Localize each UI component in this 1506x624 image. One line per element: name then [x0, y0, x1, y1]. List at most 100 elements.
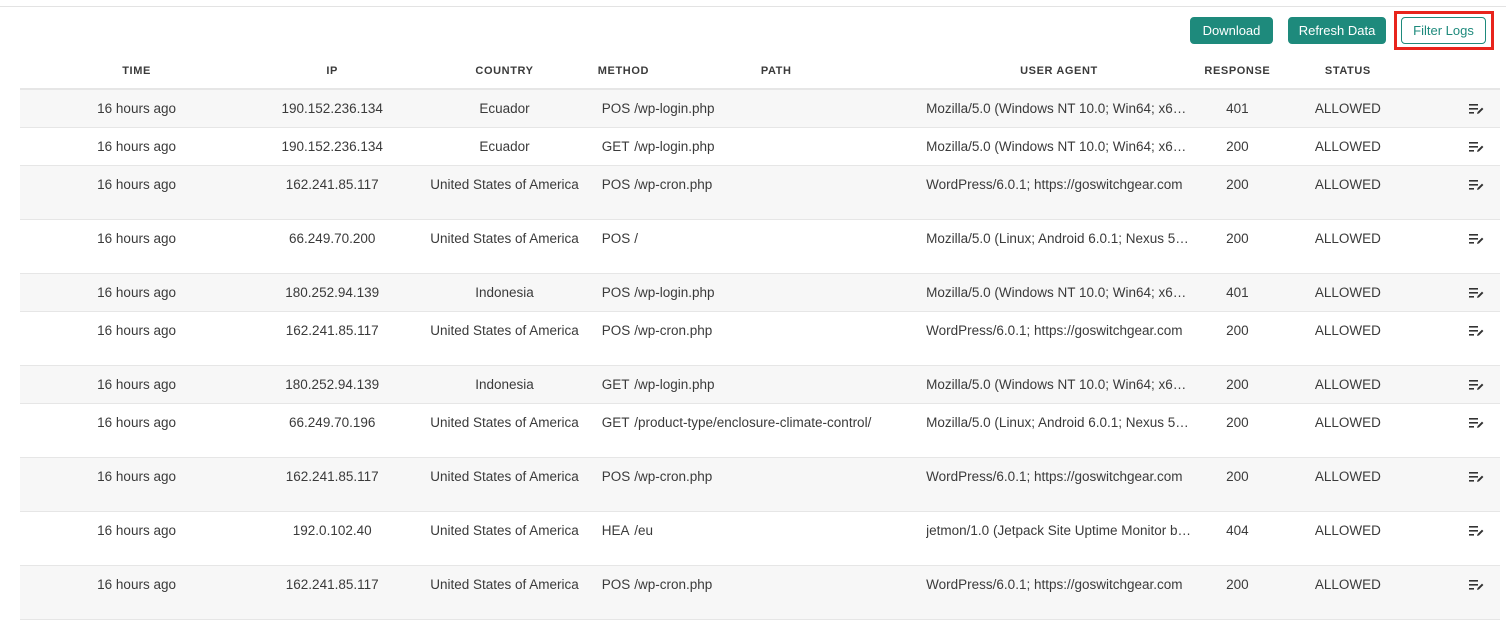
country-cell: United States of America [411, 457, 598, 512]
row-actions-cell [1416, 457, 1500, 512]
user-agent-text: WordPress/6.0.1; https://goswitchgear.co… [926, 322, 1183, 338]
response-cell: 401 [1195, 89, 1279, 128]
row-actions-cell [1416, 219, 1500, 274]
user-agent-text: Mozilla/5.0 (Windows NT 10.0; Win64; x64… [926, 376, 1192, 392]
edit-list-icon[interactable] [1468, 233, 1484, 245]
time-cell: 16 hours ago [20, 511, 254, 566]
response-cell: 200 [1195, 565, 1279, 620]
table-row[interactable]: 16 hours ago 162.241.85.117 United States … [20, 311, 1500, 366]
user-agent-text: Mozilla/5.0 (Windows NT 10.0; Win64; x64… [926, 101, 1192, 116]
method-cell: GET [597, 127, 631, 166]
ip-cell: 192.0.102.40 [253, 511, 412, 566]
edit-list-icon[interactable] [1468, 179, 1484, 191]
status-cell: ALLOWED [1278, 565, 1417, 620]
user-agent-text: WordPress/6.0.1; https://goswitchgear.co… [926, 176, 1183, 192]
refresh-data-button[interactable]: Refresh Data [1288, 17, 1386, 44]
table-row[interactable]: 16 hours ago 190.152.236.134 Ecuador GET/wp… [20, 127, 1500, 166]
table-row[interactable]: 16 hours ago 66.249.70.200 United States o… [20, 219, 1500, 274]
table-row[interactable]: 16 hours ago 66.249.70.196 United States o… [20, 403, 1500, 458]
status-cell: ALLOWED [1278, 457, 1417, 512]
row-actions-cell [1416, 127, 1500, 166]
country-cell: United States of America [411, 511, 598, 566]
country-cell: Ecuador [411, 89, 598, 128]
edit-list-icon[interactable] [1468, 471, 1484, 483]
toolbar: Download Refresh Data Filter Logs [0, 17, 1506, 45]
column-header-country[interactable]: COUNTRY [411, 54, 598, 90]
filter-logs-highlight [1394, 11, 1494, 50]
column-header-status[interactable]: STATUS [1278, 54, 1417, 90]
edit-list-icon[interactable] [1468, 525, 1484, 537]
table-row[interactable]: 16 hours ago190.152.236.134EcuadorPOST/w… [20, 89, 1500, 128]
column-header-time[interactable]: TIME [20, 54, 254, 90]
method-cell: POST [597, 457, 631, 512]
user-agent-cell: Mozilla/5.0 (Windows NT 10.0; Win64; x64… [922, 127, 1196, 166]
response-cell: 404 [1195, 511, 1279, 566]
user-agent-cell: WordPress/6.0.1; https://goswitchgear.co… [922, 165, 1196, 220]
path-cell: /wp-cron.php [630, 565, 923, 620]
response-cell: 200 [1195, 219, 1279, 274]
response-cell: 401 [1195, 273, 1279, 312]
method-cell: HEAD [597, 511, 631, 566]
response-cell: 200 [1195, 127, 1279, 166]
column-header-user-agent[interactable]: USER AGENT [922, 54, 1196, 90]
path-cell: /wp-login.php [630, 273, 923, 312]
table-row[interactable]: 16 hours ago 162.241.85.117 United States … [20, 565, 1500, 620]
method-cell: POST [597, 273, 631, 312]
time-cell: 16 hours ago [20, 457, 254, 512]
time-cell: 16 hours ago [20, 403, 254, 458]
ip-cell: 162.241.85.117 [253, 457, 412, 512]
path-cell: /product-type/enclosure-climate-control/ [630, 403, 923, 458]
table-row[interactable]: 16 hours ago 162.241.85.117 United States … [20, 165, 1500, 220]
column-header-ip[interactable]: IP [253, 54, 412, 90]
country-cell: United States of America [411, 403, 598, 458]
status-cell: ALLOWED [1278, 273, 1417, 312]
column-header-path[interactable]: PATH [630, 54, 923, 90]
column-header-response[interactable]: RESPONSE [1195, 54, 1279, 90]
row-actions-cell [1416, 365, 1500, 404]
user-agent-text: Mozilla/5.0 (Windows NT 10.0; Win64; x64… [926, 284, 1192, 300]
edit-list-icon[interactable] [1468, 579, 1484, 591]
path-cell: / [630, 219, 923, 274]
user-agent-text: jetmon/1.0 (Jetpack Site Uptime Monitor … [926, 522, 1192, 538]
table-row[interactable]: 16 hours ago 180.252.94.139 Indonesia GET/w… [20, 365, 1500, 404]
response-cell: 200 [1195, 311, 1279, 366]
user-agent-cell: Mozilla/5.0 (Windows NT 10.0; Win64; x64… [922, 89, 1196, 128]
response-cell: 200 [1195, 365, 1279, 404]
table-row[interactable]: 16 hours ago 162.241.85.117 United States … [20, 457, 1500, 512]
row-actions-cell [1416, 311, 1500, 366]
row-actions-cell [1416, 273, 1500, 312]
user-agent-text: WordPress/6.0.1; https://goswitchgear.co… [926, 576, 1183, 592]
response-cell: 200 [1195, 403, 1279, 458]
edit-list-icon[interactable] [1468, 141, 1484, 153]
method-cell: POST [597, 565, 631, 620]
path-cell: /wp-cron.php [630, 311, 923, 366]
user-agent-cell: WordPress/6.0.1; https://goswitchgear.co… [922, 565, 1196, 620]
time-cell: 16 hours ago [20, 127, 254, 166]
user-agent-cell: WordPress/6.0.1; https://goswitchgear.co… [922, 457, 1196, 512]
table-row[interactable]: 16 hours ago 192.0.102.40 United States of… [20, 511, 1500, 566]
ip-cell: 180.252.94.139 [253, 273, 412, 312]
method-cell: POST [597, 219, 631, 274]
ip-cell: 180.252.94.139 [253, 365, 412, 404]
edit-list-icon[interactable] [1468, 417, 1484, 429]
edit-list-icon[interactable] [1468, 287, 1484, 299]
user-agent-cell: Mozilla/5.0 (Windows NT 10.0; Win64; x64… [922, 365, 1196, 404]
method-cell: POST [597, 165, 631, 220]
country-cell: United States of America [411, 565, 598, 620]
ip-cell: 190.152.236.134 [253, 127, 412, 166]
country-cell: Indonesia [411, 273, 598, 312]
row-actions-cell [1416, 565, 1500, 620]
table-row[interactable]: 16 hours ago180.252.94.139IndonesiaPOST/… [20, 273, 1500, 312]
time-cell: 16 hours ago [20, 165, 254, 220]
edit-list-icon[interactable] [1468, 103, 1484, 115]
path-cell: /wp-cron.php [630, 457, 923, 512]
method-cell: POST [597, 311, 631, 366]
column-header-method[interactable]: METHOD [597, 54, 648, 90]
time-cell: 16 hours ago [20, 365, 254, 404]
edit-list-icon[interactable] [1468, 325, 1484, 337]
country-cell: Indonesia [411, 365, 598, 404]
ip-cell: 190.152.236.134 [253, 89, 412, 128]
user-agent-cell: Mozilla/5.0 (Linux; Android 6.0.1; Nexus… [922, 403, 1196, 458]
edit-list-icon[interactable] [1468, 379, 1484, 391]
download-button[interactable]: Download [1190, 17, 1273, 44]
